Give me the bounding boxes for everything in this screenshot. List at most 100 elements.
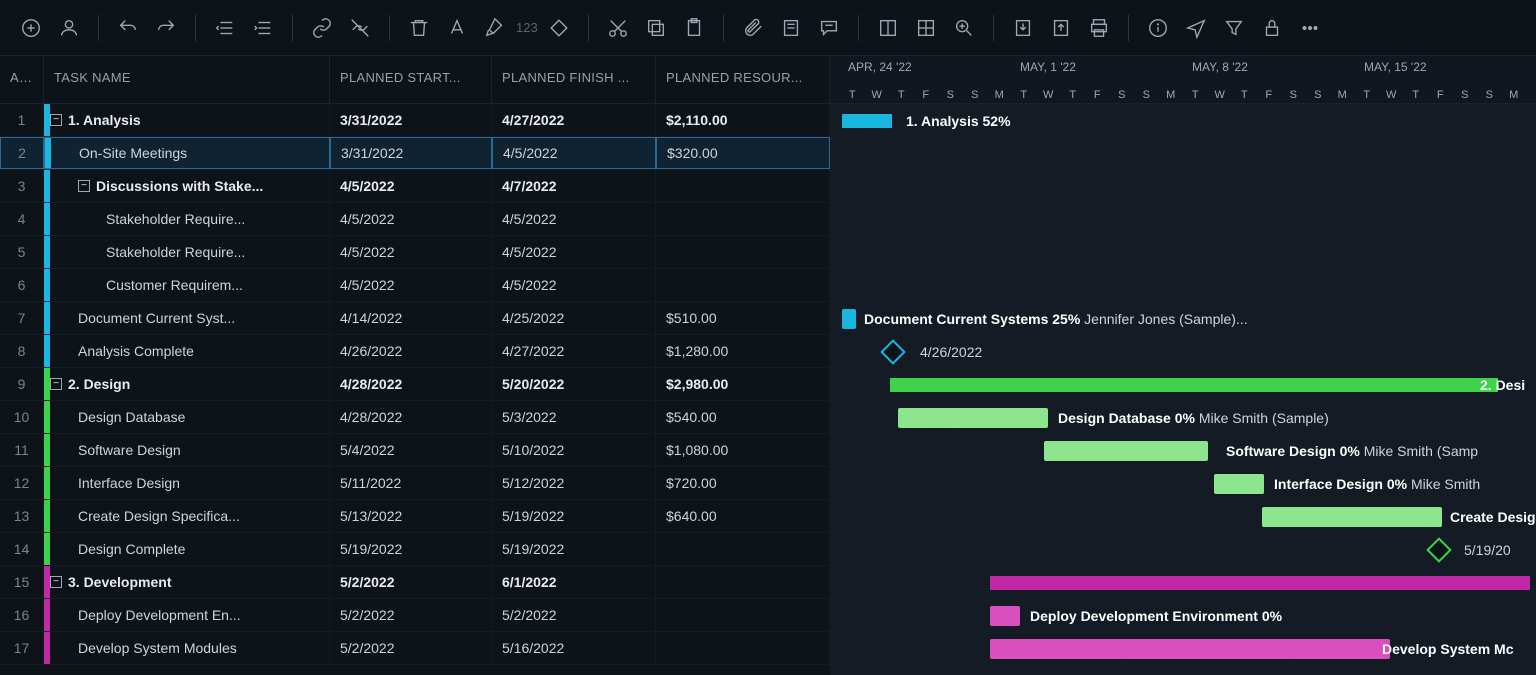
- resource-cell[interactable]: [656, 632, 830, 664]
- col-resources[interactable]: PLANNED RESOUR...: [656, 56, 830, 103]
- resource-cell[interactable]: $320.00: [656, 137, 830, 169]
- redo-icon[interactable]: [149, 11, 183, 45]
- start-cell[interactable]: 5/13/2022: [330, 500, 492, 532]
- gantt-bar[interactable]: [1214, 474, 1264, 494]
- grid-icon[interactable]: [909, 11, 943, 45]
- finish-cell[interactable]: 5/3/2022: [492, 401, 656, 433]
- task-row[interactable]: 11 Software Design 5/4/2022 5/10/2022 $1…: [0, 434, 830, 467]
- resource-cell[interactable]: [656, 599, 830, 631]
- resource-cell[interactable]: $720.00: [656, 467, 830, 499]
- task-name-cell[interactable]: Design Complete: [44, 533, 330, 565]
- finish-cell[interactable]: 4/5/2022: [492, 137, 656, 169]
- start-cell[interactable]: 3/31/2022: [330, 104, 492, 136]
- undo-icon[interactable]: [111, 11, 145, 45]
- task-row[interactable]: 16 Deploy Development En... 5/2/2022 5/2…: [0, 599, 830, 632]
- start-cell[interactable]: 4/26/2022: [330, 335, 492, 367]
- gantt-chart[interactable]: APR, 24 '22MAY, 1 '22MAY, 8 '22MAY, 15 '…: [830, 56, 1536, 675]
- print-icon[interactable]: [1082, 11, 1116, 45]
- paint-icon[interactable]: [478, 11, 512, 45]
- finish-cell[interactable]: 5/16/2022: [492, 632, 656, 664]
- gantt-bar[interactable]: [898, 408, 1048, 428]
- resource-cell[interactable]: $1,080.00: [656, 434, 830, 466]
- comment-icon[interactable]: [812, 11, 846, 45]
- resource-cell[interactable]: [656, 203, 830, 235]
- paste-icon[interactable]: [677, 11, 711, 45]
- start-cell[interactable]: 5/2/2022: [330, 566, 492, 598]
- milestone-diamond[interactable]: [1426, 537, 1451, 562]
- collapse-toggle[interactable]: −: [78, 180, 90, 192]
- resource-cell[interactable]: $540.00: [656, 401, 830, 433]
- gantt-bar[interactable]: [842, 309, 856, 329]
- start-cell[interactable]: 4/5/2022: [330, 203, 492, 235]
- collapse-toggle[interactable]: −: [50, 114, 62, 126]
- finish-cell[interactable]: 4/27/2022: [492, 335, 656, 367]
- finish-cell[interactable]: 4/7/2022: [492, 170, 656, 202]
- font-icon[interactable]: [440, 11, 474, 45]
- gantt-bar[interactable]: [842, 114, 892, 128]
- milestone-diamond[interactable]: [880, 339, 905, 364]
- delete-icon[interactable]: [402, 11, 436, 45]
- start-cell[interactable]: 3/31/2022: [330, 137, 492, 169]
- lock-icon[interactable]: [1255, 11, 1289, 45]
- export-icon[interactable]: [1044, 11, 1078, 45]
- task-name-cell[interactable]: − 1. Analysis: [44, 104, 330, 136]
- start-cell[interactable]: 4/5/2022: [330, 170, 492, 202]
- start-cell[interactable]: 5/19/2022: [330, 533, 492, 565]
- collapse-toggle[interactable]: −: [50, 576, 62, 588]
- resource-cell[interactable]: $2,980.00: [656, 368, 830, 400]
- start-cell[interactable]: 4/5/2022: [330, 269, 492, 301]
- finish-cell[interactable]: 5/19/2022: [492, 533, 656, 565]
- col-start[interactable]: PLANNED START...: [330, 56, 492, 103]
- task-row[interactable]: 10 Design Database 4/28/2022 5/3/2022 $5…: [0, 401, 830, 434]
- task-name-cell[interactable]: Interface Design: [44, 467, 330, 499]
- task-name-cell[interactable]: Stakeholder Require...: [44, 236, 330, 268]
- finish-cell[interactable]: 5/10/2022: [492, 434, 656, 466]
- filter-icon[interactable]: [1217, 11, 1251, 45]
- task-name-cell[interactable]: − Discussions with Stake...: [44, 170, 330, 202]
- task-row[interactable]: 13 Create Design Specifica... 5/13/2022 …: [0, 500, 830, 533]
- unlink-icon[interactable]: [343, 11, 377, 45]
- task-row[interactable]: 5 Stakeholder Require... 4/5/2022 4/5/20…: [0, 236, 830, 269]
- resource-cell[interactable]: $510.00: [656, 302, 830, 334]
- start-cell[interactable]: 4/28/2022: [330, 368, 492, 400]
- columns-icon[interactable]: [871, 11, 905, 45]
- add-icon[interactable]: [14, 11, 48, 45]
- col-all[interactable]: ALL: [0, 56, 44, 103]
- resource-cell[interactable]: [656, 269, 830, 301]
- start-cell[interactable]: 5/2/2022: [330, 599, 492, 631]
- resource-cell[interactable]: [656, 533, 830, 565]
- finish-cell[interactable]: 4/27/2022: [492, 104, 656, 136]
- resource-cell[interactable]: $2,110.00: [656, 104, 830, 136]
- gantt-bar[interactable]: [890, 378, 1498, 392]
- task-name-cell[interactable]: Software Design: [44, 434, 330, 466]
- import-icon[interactable]: [1006, 11, 1040, 45]
- info-icon[interactable]: [1141, 11, 1175, 45]
- resource-cell[interactable]: [656, 566, 830, 598]
- gantt-bar[interactable]: [990, 639, 1390, 659]
- attachment-icon[interactable]: [736, 11, 770, 45]
- resource-cell[interactable]: $1,280.00: [656, 335, 830, 367]
- task-row[interactable]: 12 Interface Design 5/11/2022 5/12/2022 …: [0, 467, 830, 500]
- task-row[interactable]: 7 Document Current Syst... 4/14/2022 4/2…: [0, 302, 830, 335]
- task-row[interactable]: 9 − 2. Design 4/28/2022 5/20/2022 $2,980…: [0, 368, 830, 401]
- task-name-cell[interactable]: Analysis Complete: [44, 335, 330, 367]
- start-cell[interactable]: 4/14/2022: [330, 302, 492, 334]
- task-name-cell[interactable]: Stakeholder Require...: [44, 203, 330, 235]
- cut-icon[interactable]: [601, 11, 635, 45]
- resource-cell[interactable]: [656, 170, 830, 202]
- gantt-bar[interactable]: [990, 576, 1530, 590]
- task-name-cell[interactable]: Create Design Specifica...: [44, 500, 330, 532]
- task-row[interactable]: 8 Analysis Complete 4/26/2022 4/27/2022 …: [0, 335, 830, 368]
- indent-icon[interactable]: [246, 11, 280, 45]
- task-name-cell[interactable]: Deploy Development En...: [44, 599, 330, 631]
- task-row[interactable]: 17 Develop System Modules 5/2/2022 5/16/…: [0, 632, 830, 665]
- shape-icon[interactable]: [542, 11, 576, 45]
- start-cell[interactable]: 4/5/2022: [330, 236, 492, 268]
- gantt-bar[interactable]: [1262, 507, 1442, 527]
- zoom-icon[interactable]: [947, 11, 981, 45]
- collapse-toggle[interactable]: −: [50, 378, 62, 390]
- gantt-bar[interactable]: [990, 606, 1020, 626]
- task-name-cell[interactable]: On-Site Meetings: [44, 137, 330, 169]
- resource-cell[interactable]: [656, 236, 830, 268]
- task-row[interactable]: 14 Design Complete 5/19/2022 5/19/2022: [0, 533, 830, 566]
